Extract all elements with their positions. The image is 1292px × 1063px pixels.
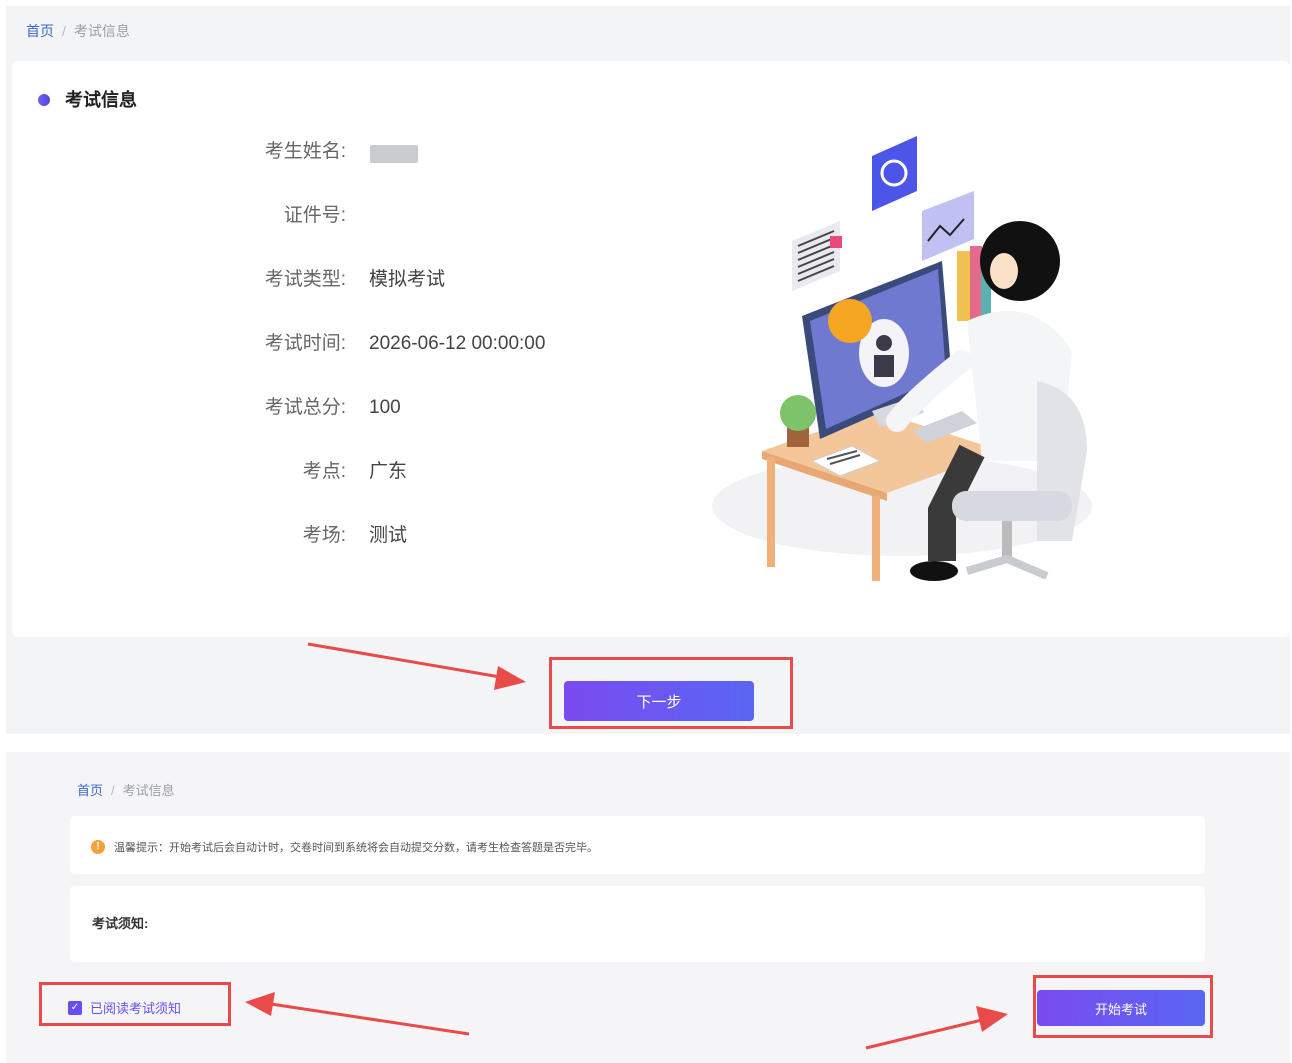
exam-info-card: 考试信息 考生姓名: 证件号: 考试类型: 模拟考试 考试时间: 2026-06… <box>12 61 1290 637</box>
exam-rules-box: 考试须知: <box>70 886 1205 962</box>
start-exam-button[interactable]: 开始考试 <box>1037 990 1205 1026</box>
field-row-id: 证件号: <box>146 201 346 231</box>
breadcrumb-separator: / <box>62 23 66 39</box>
breadcrumb-current: 考试信息 <box>73 23 130 39</box>
field-label: 考点: <box>302 461 346 482</box>
breadcrumb-home[interactable]: 首页 <box>26 23 54 39</box>
breadcrumb: 首页 / 考试信息 <box>26 21 130 41</box>
breadcrumb: 首页 / 考试信息 <box>77 780 175 799</box>
field-row-site: 考点: <box>146 457 346 487</box>
exam-illustration <box>712 136 1092 581</box>
pointer-arrow-icon <box>865 1006 1008 1050</box>
field-label: 考试类型: <box>264 269 346 290</box>
section-title: 考试信息 <box>65 90 137 110</box>
field-label: 证件号: <box>283 205 346 226</box>
redacted-name-mask <box>370 145 418 163</box>
notice-text: 温馨提示：开始考试后会自动计时，交卷时间到系统将会自动提交分数，请考生检查答题是… <box>114 842 598 854</box>
agree-checkbox-row[interactable]: ✓ 已阅读考试须知 <box>68 998 181 1017</box>
section-bullet-icon <box>38 94 50 106</box>
field-row-time: 考试时间: <box>146 329 346 359</box>
warning-icon: ! <box>91 840 105 854</box>
field-label: 考场: <box>302 525 346 546</box>
breadcrumb-home[interactable]: 首页 <box>77 783 103 798</box>
field-row-name: 考生姓名: <box>146 137 346 167</box>
checkbox-checked-icon[interactable]: ✓ <box>68 1000 82 1015</box>
breadcrumb-separator: / <box>111 783 115 798</box>
field-label: 考试总分: <box>264 397 346 418</box>
pointer-arrow-icon <box>245 992 470 1036</box>
field-row-room: 考场: <box>146 521 346 551</box>
field-row-score: 考试总分: <box>146 393 346 423</box>
rules-title: 考试须知: <box>92 916 149 931</box>
agree-label[interactable]: 已阅读考试须知 <box>90 998 181 1017</box>
notice-box: ! 温馨提示：开始考试后会自动计时，交卷时间到系统将会自动提交分数，请考生检查答… <box>70 816 1205 874</box>
exam-notice-panel: 首页 / 考试信息 ! 温馨提示：开始考试后会自动计时，交卷时间到系统将会自动提交分… <box>6 752 1290 1063</box>
field-row-type: 考试类型: <box>146 265 346 295</box>
next-step-button[interactable]: 下一步 <box>564 681 754 721</box>
field-label: 考试时间: <box>264 333 346 354</box>
field-label: 考生姓名: <box>264 141 346 162</box>
pointer-arrow-icon <box>307 642 526 690</box>
exam-info-panel: 首页 / 考试信息 考试信息 考生姓名: 证件号: 考试类型: 模拟考试 考试时间:… <box>6 6 1290 734</box>
breadcrumb-current: 考试信息 <box>122 783 175 798</box>
